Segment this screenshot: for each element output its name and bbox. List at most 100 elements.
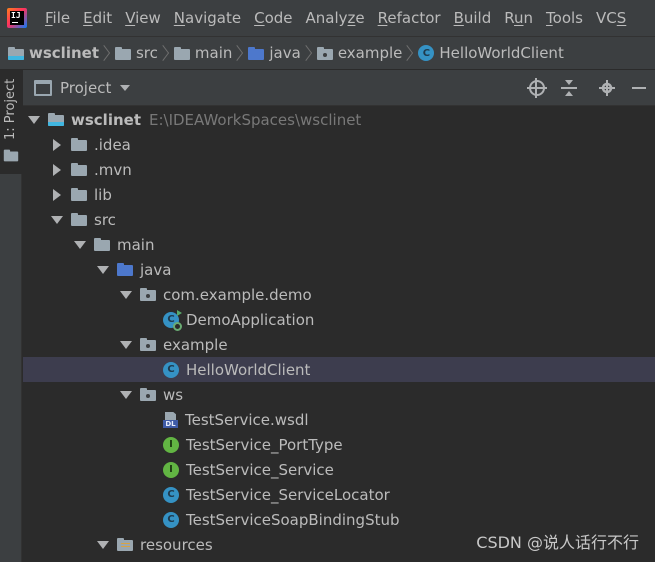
- project-tool-header: Project: [23, 70, 655, 106]
- menu-item[interactable]: View: [119, 9, 168, 27]
- tree-node[interactable]: I TestService_PortType: [23, 432, 655, 457]
- menu-item[interactable]: File: [39, 9, 77, 27]
- menu-mnemonic: N: [173, 9, 186, 27]
- menu-mnemonic: E: [83, 9, 93, 27]
- settings-button[interactable]: [591, 74, 623, 102]
- menu-items: File Edit View Navigate Code Analyze Refactor B…: [39, 9, 633, 27]
- tree-node-icon: [140, 388, 156, 401]
- breadcrumb-item[interactable]: src: [114, 44, 158, 62]
- breadcrumb-item[interactable]: example: [316, 44, 402, 62]
- menu-item[interactable]: VCS: [590, 9, 633, 27]
- folder-icon: [71, 163, 87, 176]
- tree-node[interactable]: com.example.demo: [23, 282, 655, 307]
- menu-label-part: e: [355, 9, 365, 27]
- breadcrumb-item[interactable]: main: [173, 44, 232, 62]
- breadcrumb-item[interactable]: wsclinet: [8, 44, 99, 62]
- menu-mnemonic: R: [377, 9, 388, 27]
- tree-node-icon: C: [163, 486, 179, 503]
- tree-node-icon: C: [163, 309, 182, 331]
- tree-node[interactable]: C TestService_ServiceLocator: [23, 482, 655, 507]
- class-icon: C: [163, 486, 179, 503]
- expanded-arrow-icon[interactable]: [119, 288, 133, 302]
- breadcrumb-label: wsclinet: [29, 44, 99, 62]
- package-icon: [316, 46, 333, 60]
- collapse-all-button[interactable]: [553, 74, 585, 102]
- tree-node-label: java: [140, 260, 172, 279]
- menu-mnemonic: B: [453, 9, 464, 27]
- project-tool-button[interactable]: 1: Project: [0, 70, 22, 174]
- tree-node-icon: [71, 188, 87, 201]
- wsdl-badge: DL: [163, 419, 178, 428]
- menu-item[interactable]: Tools: [540, 9, 590, 27]
- resources-folder-icon: [117, 538, 133, 551]
- menu-item[interactable]: Analyze: [300, 9, 372, 27]
- tree-node-icon: [71, 163, 87, 176]
- left-tool-stripe: 1: Project: [0, 70, 22, 562]
- tree-node-label: lib: [94, 185, 112, 204]
- package-icon: [140, 338, 156, 351]
- expanded-arrow-icon[interactable]: [119, 338, 133, 352]
- locate-button[interactable]: [521, 74, 553, 102]
- hide-button[interactable]: [623, 74, 655, 102]
- tree-node[interactable]: src: [23, 207, 655, 232]
- menu-item[interactable]: Build: [448, 9, 499, 27]
- expanded-arrow-icon[interactable]: [50, 213, 64, 227]
- menu-label-part: R: [504, 9, 514, 27]
- tree-node[interactable]: ws: [23, 382, 655, 407]
- tree-node[interactable]: java: [23, 257, 655, 282]
- menu-item[interactable]: Code: [248, 9, 299, 27]
- breadcrumb-item[interactable]: java: [248, 44, 301, 62]
- tree-node[interactable]: wsclinet E:\IDEAWorkSpaces\wsclinet: [23, 107, 655, 132]
- package-icon: [140, 288, 156, 301]
- interface-icon: I: [163, 436, 179, 453]
- collapsed-arrow-icon[interactable]: [50, 188, 64, 202]
- menu-item[interactable]: Edit: [77, 9, 119, 27]
- tree-node-label: example: [163, 335, 228, 354]
- tree-node-icon: C: [163, 511, 179, 528]
- package-icon: [140, 388, 156, 401]
- tree-node[interactable]: example: [23, 332, 655, 357]
- tree-node[interactable]: C HelloWorldClient: [23, 357, 655, 382]
- menu-item[interactable]: Refactor: [372, 9, 448, 27]
- breadcrumb: wsclinet src main java example C HelloWorldCli…: [0, 36, 655, 70]
- chevron-down-icon[interactable]: [120, 84, 131, 91]
- minimize-icon: [632, 86, 646, 89]
- tree-node-label: TestService_PortType: [186, 435, 343, 454]
- collapsed-arrow-icon[interactable]: [50, 138, 64, 152]
- tree-node-icon: [140, 338, 156, 351]
- menu-label-part: ools: [552, 9, 583, 27]
- collapsed-arrow-icon[interactable]: [50, 163, 64, 177]
- folder-icon: [94, 238, 110, 251]
- project-view-title[interactable]: Project: [60, 79, 111, 97]
- expanded-arrow-icon[interactable]: [73, 238, 87, 252]
- folder-icon: [114, 46, 131, 60]
- breadcrumb-item[interactable]: C HelloWorldClient: [418, 44, 564, 62]
- tree-node-icon: C: [163, 361, 179, 378]
- tree-node[interactable]: DL TestService.wsdl: [23, 407, 655, 432]
- tree-node[interactable]: lib: [23, 182, 655, 207]
- spring-badge: [173, 321, 182, 331]
- expanded-arrow-icon[interactable]: [27, 113, 41, 127]
- tree-node[interactable]: main: [23, 232, 655, 257]
- tree-node[interactable]: I TestService_Service: [23, 457, 655, 482]
- expanded-arrow-icon[interactable]: [119, 388, 133, 402]
- menu-label-part: ode: [264, 9, 293, 27]
- settings-gear-icon: [599, 80, 615, 96]
- tree-node[interactable]: .idea: [23, 132, 655, 157]
- tree-node[interactable]: .mvn: [23, 157, 655, 182]
- folder-icon: [173, 46, 190, 60]
- menu-item[interactable]: Navigate: [168, 9, 248, 27]
- expanded-arrow-icon[interactable]: [96, 263, 110, 277]
- tree-node-label: ws: [163, 385, 184, 404]
- menu-item[interactable]: Run: [498, 9, 540, 27]
- tree-node-label: HelloWorldClient: [186, 360, 311, 379]
- tree-node-icon: [117, 263, 133, 276]
- tree-node-label: TestService.wsdl: [185, 410, 309, 429]
- tree-node-icon: [94, 238, 110, 251]
- tree-node-icon: I: [163, 461, 179, 478]
- intellij-logo-icon[interactable]: IJ: [7, 8, 27, 28]
- class-icon: C: [163, 511, 179, 528]
- tree-node[interactable]: C DemoApplication: [23, 307, 655, 332]
- expanded-arrow-icon[interactable]: [96, 538, 110, 552]
- menu-mnemonic: S: [616, 9, 627, 27]
